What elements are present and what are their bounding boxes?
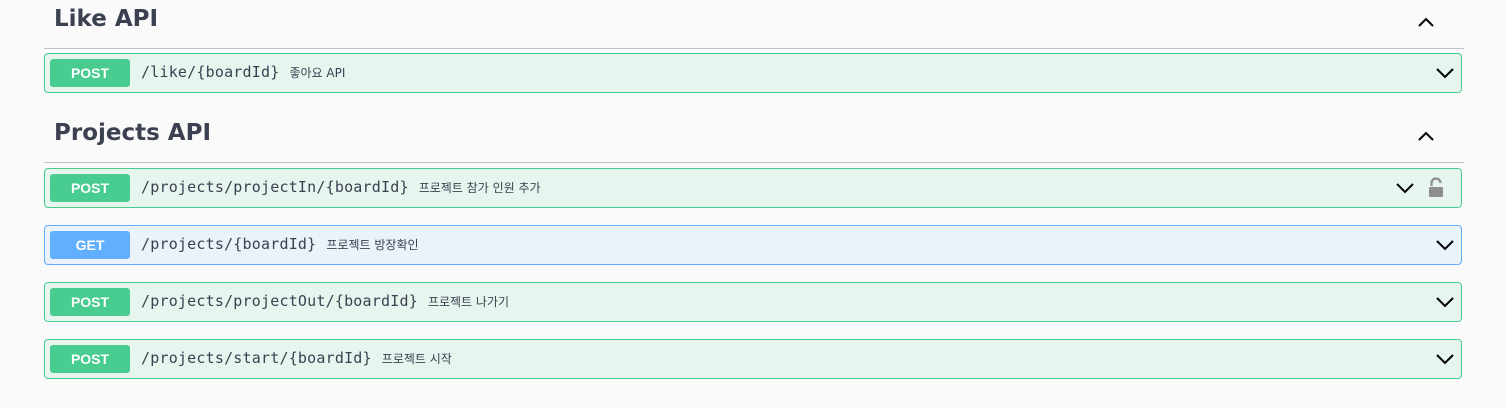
path-text: /projects/projectOut/{boardId}: [141, 292, 418, 310]
chevron-down-icon[interactable]: [1395, 180, 1415, 196]
tag-header-like[interactable]: Like API: [44, 0, 1464, 49]
chevron-up-icon[interactable]: [1416, 12, 1436, 32]
operation-summary: 프로젝트 참가 인원 추가: [418, 181, 541, 195]
method-badge: POST: [50, 59, 130, 87]
operation-summary: 프로젝트 방장확인: [326, 238, 419, 252]
operation-path: /like/{boardId} 좋아요 API: [141, 63, 345, 81]
unlocked-padlock-icon[interactable]: [1427, 177, 1445, 199]
method-badge: POST: [50, 345, 130, 373]
chevron-down-icon[interactable]: [1435, 237, 1455, 253]
section-title: Projects API: [54, 120, 212, 146]
operation-path: /projects/projectIn/{boardId} 프로젝트 참가 인원 …: [141, 178, 541, 196]
tag-header-projects[interactable]: Projects API: [44, 114, 1464, 163]
operation-path: /projects/projectOut/{boardId} 프로젝트 나가기: [141, 292, 509, 310]
operation-path: /projects/{boardId} 프로젝트 방장확인: [141, 235, 419, 253]
operation-path: /projects/start/{boardId} 프로젝트 시작: [141, 349, 452, 367]
chevron-down-icon[interactable]: [1435, 65, 1455, 81]
chevron-down-icon[interactable]: [1435, 351, 1455, 367]
path-text: /like/{boardId}: [141, 63, 280, 81]
path-text: /projects/start/{boardId}: [141, 349, 372, 367]
operation-get-project-owner[interactable]: GET /projects/{boardId} 프로젝트 방장확인: [44, 225, 1462, 265]
chevron-up-icon[interactable]: [1416, 126, 1436, 146]
tag-section-projects: Projects API POST /projects/projectIn/{b…: [44, 114, 1464, 379]
method-badge: POST: [50, 174, 130, 202]
path-text: /projects/{boardId}: [141, 235, 317, 253]
path-text: /projects/projectIn/{boardId}: [141, 178, 409, 196]
operation-summary: 프로젝트 나가기: [427, 295, 510, 309]
method-badge: GET: [50, 231, 130, 259]
operation-summary: 프로젝트 시작: [381, 352, 452, 366]
operation-post-like[interactable]: POST /like/{boardId} 좋아요 API: [44, 53, 1462, 93]
method-badge: POST: [50, 288, 130, 316]
section-title: Like API: [54, 6, 159, 32]
chevron-down-icon[interactable]: [1435, 294, 1455, 310]
operation-post-project-out[interactable]: POST /projects/projectOut/{boardId} 프로젝트 …: [44, 282, 1462, 322]
operation-summary: 좋아요 API: [289, 66, 346, 80]
tag-section-like: Like API POST /like/{boardId} 좋아요 API: [44, 0, 1464, 93]
operation-post-project-start[interactable]: POST /projects/start/{boardId} 프로젝트 시작: [44, 339, 1462, 379]
operation-post-project-in[interactable]: POST /projects/projectIn/{boardId} 프로젝트 참…: [44, 168, 1462, 208]
